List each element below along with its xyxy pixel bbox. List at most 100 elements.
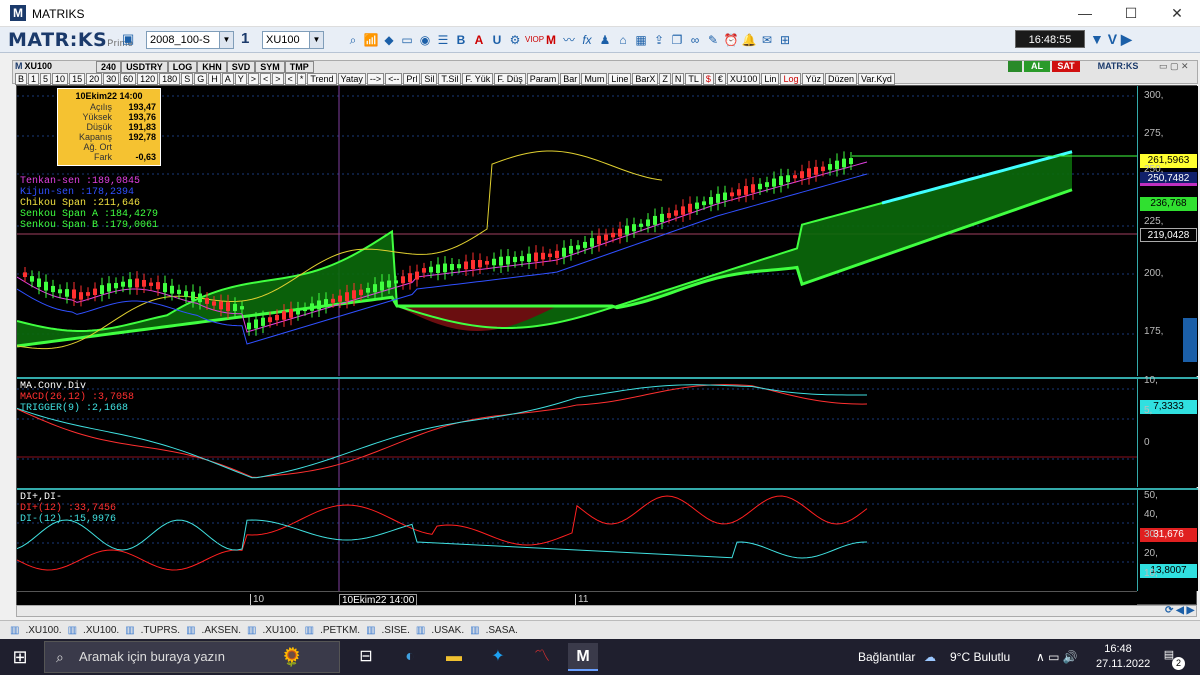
weather-label[interactable]: 9°C Bulutlu [950, 639, 1010, 675]
chart-tool-button[interactable]: F. Düş [494, 73, 526, 85]
settings-icon[interactable]: ⚙ [507, 31, 523, 49]
symbol-tab[interactable]: ▥ .XU100. [247, 621, 299, 639]
chart-tool-button[interactable]: H [208, 73, 221, 85]
viop-icon[interactable]: VIOP [525, 31, 544, 49]
chart-window-controls[interactable]: ▭ ▢ ✕ [1159, 61, 1189, 72]
chart-tool-button[interactable]: N [671, 73, 685, 85]
chart-tool-button[interactable]: 20 [86, 73, 103, 85]
v-icon[interactable]: ▼ V ▶ [1090, 31, 1132, 48]
chart-area[interactable]: 10Ekim22 14:00 Açılış 193,47 Yüksek 193,76 D… [16, 85, 1198, 607]
chart-tool-button[interactable]: Yatay [337, 73, 366, 85]
chart-tool-button[interactable]: Mum [581, 73, 608, 85]
symbol-tab[interactable]: ▥ .XU100. [10, 621, 62, 639]
mail-icon[interactable]: ✉ [759, 31, 775, 49]
chart-tool-button[interactable]: 120 [137, 73, 159, 85]
chart-tool-button[interactable]: Log [780, 73, 802, 85]
macd-pane[interactable]: MA.Conv.Div MACD(26,12) :3,7058 TRIGGER(9)… [16, 377, 1137, 487]
chart-tool-button[interactable]: T.Sil [438, 73, 462, 85]
globe-icon[interactable]: ◉ [417, 31, 433, 49]
bell-icon[interactable]: 🔔 [741, 31, 757, 49]
chart-tool-button[interactable]: Trend [307, 73, 337, 85]
chart-tool-button[interactable]: B [15, 73, 28, 85]
link-icon[interactable]: ∞ [687, 31, 703, 49]
chart-tool-button[interactable]: 10 [52, 73, 69, 85]
chart-tool-button[interactable]: Lin [761, 73, 780, 85]
log-tab[interactable]: LOG [167, 61, 198, 73]
dmi-pane[interactable]: DI+,DI- DI+(12) :33,7456 DI-(12) :15,9976 [16, 488, 1137, 591]
chart-tool-button[interactable]: Sil [421, 73, 438, 85]
chart-tool-button[interactable]: Yüz [802, 73, 824, 85]
price-pane[interactable]: 10Ekim22 14:00 Açılış 193,47 Yüksek 193,76 D… [16, 86, 1137, 376]
a-icon[interactable]: A [471, 31, 487, 49]
connections-label[interactable]: Bağlantılar [858, 639, 915, 675]
chart-symbol-tab[interactable]: XU100 [25, 61, 53, 73]
task-view-icon[interactable]: ⊟ [352, 643, 380, 671]
chart-tool-button[interactable]: > [272, 73, 284, 85]
window-count[interactable]: 1 [238, 31, 260, 49]
maximize-button[interactable]: ☐ [1108, 0, 1154, 27]
scroll-arrows-icon[interactable]: ⟳ ◀ ▶ [1165, 605, 1194, 616]
chart-tool-button[interactable]: A [221, 73, 234, 85]
explorer-icon[interactable]: ▬ [440, 643, 468, 671]
bank-icon[interactable]: ⌂ [615, 31, 631, 49]
windows-start-icon[interactable]: ⊞ [6, 643, 34, 671]
m-icon[interactable]: M [543, 31, 559, 49]
buy-button[interactable]: AL [1024, 61, 1050, 72]
symbol-tab[interactable]: ▥ .AKSEN. [186, 621, 241, 639]
chart-tool-button[interactable]: Düzen [824, 73, 857, 85]
edit-icon[interactable]: ✎ [705, 31, 721, 49]
tray-icons[interactable]: ∧ ▭ 🔊 [1036, 639, 1078, 675]
chart-tool-button[interactable]: Prl [403, 73, 421, 85]
chart-tool-button[interactable]: G [194, 73, 208, 85]
symbol-tab[interactable]: ▥ .USAK. [416, 621, 464, 639]
chart-tool-button[interactable]: < [260, 73, 272, 85]
symbol-tab[interactable]: ▥ .PETKM. [305, 621, 360, 639]
chart-tool-button[interactable]: XU100 [726, 73, 761, 85]
users-icon[interactable]: ♟ [597, 31, 613, 49]
tmp-tab[interactable]: TMP [284, 61, 314, 73]
chart-tool-button[interactable]: * [296, 73, 307, 85]
chart-icon[interactable]: 📶 [363, 31, 379, 49]
copy-icon[interactable]: ❐ [669, 31, 685, 49]
chart-tool-button[interactable]: Y [234, 73, 247, 85]
b-icon[interactable]: B [453, 31, 469, 49]
edge-icon[interactable]: ◐ [396, 643, 424, 671]
u-icon[interactable]: U [489, 31, 505, 49]
chart-tool-button[interactable]: 1 [28, 73, 40, 85]
chart-tool-button[interactable]: S [181, 73, 194, 85]
close-button[interactable]: ✕ [1154, 0, 1200, 27]
sell-button[interactable]: SAT [1052, 61, 1080, 72]
chart-tool-button[interactable]: 180 [159, 73, 181, 85]
minimize-button[interactable]: — [1062, 0, 1108, 27]
chart-tool-button[interactable]: Line [608, 73, 632, 85]
chart-tool-button[interactable]: € [714, 73, 726, 85]
fx-icon[interactable]: fx [579, 31, 595, 49]
chart-tool-button[interactable]: 15 [69, 73, 86, 85]
search-icon[interactable]: ⌕ [345, 31, 361, 49]
khn-tab[interactable]: KHN [197, 61, 227, 73]
currency-tab[interactable]: USDTRY [121, 61, 168, 73]
chart-tool-button[interactable]: < [284, 73, 296, 85]
symbol-tab[interactable]: ▥ .SISE. [366, 621, 410, 639]
side-tools[interactable] [1183, 318, 1197, 362]
trend-icon[interactable]: 〰 [561, 31, 577, 49]
symbol-tab[interactable]: ▥ .TUPRS. [125, 621, 180, 639]
symbol-tab[interactable]: ▥ .XU100. [68, 621, 120, 639]
alarm-icon[interactable]: ⏰ [723, 31, 739, 49]
save-icon[interactable]: ▣ [122, 31, 138, 49]
network-icon[interactable]: ⊞ [777, 31, 793, 49]
chart-tool-button[interactable]: TL [685, 73, 702, 85]
sym-tab[interactable]: SYM [255, 61, 285, 73]
chart-app-icon[interactable]: 〽 [528, 643, 556, 671]
chart-tool-button[interactable]: Z [659, 73, 671, 85]
lock-icon[interactable] [1008, 61, 1022, 72]
chart-tool-button[interactable]: <-- [385, 73, 403, 85]
template-select[interactable]: 2008_100-S ▼ [146, 31, 234, 49]
chart-tool-button[interactable]: 5 [40, 73, 52, 85]
macd-axis[interactable]: 7,3333 10, 5, 0 [1137, 375, 1198, 487]
list-icon[interactable]: ☰ [435, 31, 451, 49]
twitter-icon[interactable]: ✦ [484, 643, 512, 671]
chart-tool-button[interactable]: F. Yük [462, 73, 494, 85]
matriks-taskbar-icon[interactable]: M [568, 643, 598, 671]
chart-tool-button[interactable]: > [247, 73, 260, 85]
